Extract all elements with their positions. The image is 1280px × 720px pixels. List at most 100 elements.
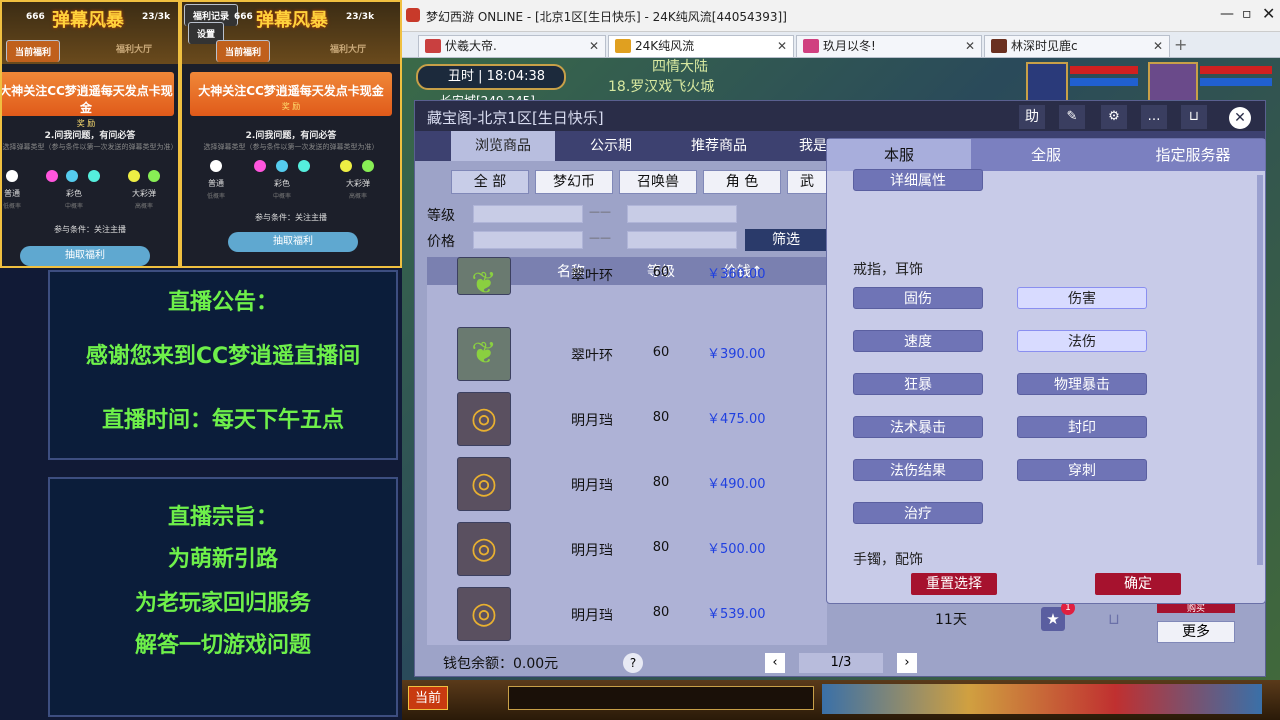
- level-dash: ——: [589, 205, 611, 218]
- next-page-icon[interactable]: ›: [897, 653, 917, 673]
- promo-orange-banner: 大神关注CC梦逍遥每天发点卡现金 奖 励: [2, 72, 174, 128]
- price-max-input[interactable]: [627, 231, 737, 249]
- new-tab-icon[interactable]: +: [1174, 35, 1187, 54]
- dot-cyan[interactable]: [276, 160, 288, 172]
- table-row[interactable]: ◎ 明月珰 80 ￥500.00: [427, 516, 827, 580]
- level-max-input[interactable]: [627, 205, 737, 223]
- chat-icon[interactable]: …: [1141, 105, 1167, 129]
- filter-option[interactable]: 物理暴击: [1017, 373, 1147, 395]
- table-row[interactable]: ◎ 明月珰 80 ￥539.00: [427, 581, 827, 645]
- settings-icon[interactable]: ⚙: [1101, 105, 1127, 129]
- filter-option[interactable]: 穿刺: [1017, 459, 1147, 481]
- dot-white[interactable]: [6, 170, 18, 182]
- dot-green[interactable]: [148, 170, 160, 182]
- goods-table: 名称 等级 价钱↑ ❦ 翠叶环 60 ￥360.00 ❦ 翠叶环 60 ￥390.00 ◎ 明月珰…: [427, 257, 827, 645]
- filter-option[interactable]: 伤害: [1017, 287, 1147, 309]
- tab-linshen[interactable]: 林深时见鹿c ✕: [984, 35, 1170, 57]
- tab-specify-server[interactable]: 指定服务器: [1121, 139, 1265, 171]
- promo-sub: 选择弹幕类型（参与条件以第一次发送的弹幕类型为准）: [203, 143, 379, 151]
- filter-option[interactable]: 法伤结果: [853, 459, 983, 481]
- price-min-input[interactable]: [473, 231, 583, 249]
- dot-cyan[interactable]: [66, 170, 78, 182]
- filter-weapon[interactable]: 武: [787, 170, 827, 194]
- promo-tab-hall[interactable]: 福利大厅: [322, 40, 374, 57]
- tab-24k[interactable]: 24K纯风流 ✕: [608, 35, 794, 57]
- dot-green[interactable]: [362, 160, 374, 172]
- search-button[interactable]: 筛选: [745, 229, 827, 251]
- server-filter-dropdown: 本服 全服 指定服务器 详细属性 戒指，耳饰 固伤 伤害 速度 法伤 狂暴 物理暴击 法术暴…: [826, 138, 1266, 604]
- item-price: ￥475.00: [707, 412, 766, 427]
- maximize-icon[interactable]: ▫: [1242, 6, 1252, 22]
- prev-page-icon[interactable]: ‹: [765, 653, 785, 673]
- minimize-icon[interactable]: —: [1220, 6, 1234, 22]
- treasure-title: 藏宝阁-北京1区[生日快乐]: [427, 109, 604, 127]
- detail-attr-button[interactable]: 详细属性: [853, 169, 983, 191]
- close-icon[interactable]: ✕: [1262, 4, 1275, 23]
- tab-this-server[interactable]: 本服: [827, 139, 971, 171]
- purpose-line3: 解答一切游戏问题: [134, 633, 311, 658]
- draw-welfare-button[interactable]: 抽取福利: [20, 246, 150, 266]
- clock-time: 18:04:38: [486, 69, 546, 84]
- item-price: ￥390.00: [707, 347, 766, 362]
- promo-tab-current[interactable]: 当前福利: [6, 40, 61, 62]
- table-row[interactable]: ❦ 翠叶环 60 ￥360.00: [427, 257, 827, 301]
- close-tab-icon[interactable]: ✕: [589, 36, 599, 56]
- promo-banner-sub: 奖 励: [281, 102, 301, 111]
- tab-browse[interactable]: 浏览商品: [451, 131, 555, 161]
- dot-yellow[interactable]: [340, 160, 352, 172]
- table-row[interactable]: ◎ 明月珰 80 ￥490.00: [427, 451, 827, 515]
- filter-option[interactable]: 固伤: [853, 287, 983, 309]
- stream-overlay: 666 弹幕风暴 23/3k 当前福利 福利大厅 大神关注CC梦逍遥每天发点卡现…: [0, 0, 402, 720]
- draw-welfare-button[interactable]: 抽取福利: [228, 232, 358, 252]
- add-cart-icon[interactable]: ⊔: [1101, 607, 1127, 631]
- toolbar-icons[interactable]: [822, 684, 1262, 714]
- filter-option[interactable]: 封印: [1017, 416, 1147, 438]
- filter-option[interactable]: 法伤: [1017, 330, 1147, 352]
- promo-tab-hall[interactable]: 福利大厅: [108, 40, 160, 57]
- price-label: 价格: [427, 234, 455, 250]
- avatar-icon: [615, 39, 631, 53]
- dot-pink[interactable]: [254, 160, 266, 172]
- level-min-input[interactable]: [473, 205, 583, 223]
- filter-pet[interactable]: 召唤兽: [619, 170, 697, 194]
- tab-public[interactable]: 公示期: [565, 131, 657, 161]
- promo-tab-current[interactable]: 当前福利: [216, 40, 271, 62]
- reset-button[interactable]: 重置选择: [911, 573, 997, 595]
- filter-option[interactable]: 法术暴击: [853, 416, 983, 438]
- promo-banner: 666 弹幕风暴 23/3k 当前福利 福利大厅: [2, 2, 178, 64]
- promo-banner-text: 大神关注CC梦逍遥每天发点卡现金: [198, 84, 384, 98]
- dot-teal[interactable]: [88, 170, 100, 182]
- purpose-title: 直播宗旨：: [167, 505, 278, 530]
- tab-recommend[interactable]: 推荐商品: [673, 131, 765, 161]
- filter-option[interactable]: 速度: [853, 330, 983, 352]
- filter-option[interactable]: 狂暴: [853, 373, 983, 395]
- channel-current[interactable]: 当前: [408, 686, 448, 710]
- tab-fuxi[interactable]: 伏羲大帝. ✕: [418, 35, 606, 57]
- help-icon[interactable]: 助: [1019, 105, 1045, 129]
- avatar-icon: [803, 39, 819, 53]
- edit-icon[interactable]: ✎: [1059, 105, 1085, 129]
- filter-role[interactable]: 角 色: [703, 170, 781, 194]
- close-icon[interactable]: ✕: [1229, 107, 1251, 129]
- cart-icon[interactable]: ⊔: [1181, 105, 1207, 129]
- table-row[interactable]: ❦ 翠叶环 60 ￥390.00: [427, 321, 827, 385]
- close-tab-icon[interactable]: ✕: [1153, 36, 1163, 56]
- close-tab-icon[interactable]: ✕: [965, 36, 975, 56]
- table-row[interactable]: ◎ 明月珰 80 ￥475.00: [427, 386, 827, 450]
- promo-sub: 选择弹幕类型（参与条件以第一次发送的弹幕类型为准）: [2, 143, 178, 151]
- filter-coin[interactable]: 梦幻币: [535, 170, 613, 194]
- help-icon[interactable]: ?: [623, 653, 643, 673]
- filter-all[interactable]: 全 部: [451, 170, 529, 194]
- dot-pink[interactable]: [46, 170, 58, 182]
- dot-teal[interactable]: [298, 160, 310, 172]
- chat-input[interactable]: [508, 686, 814, 710]
- dot-yellow[interactable]: [128, 170, 140, 182]
- dot-white[interactable]: [210, 160, 222, 172]
- filter-option[interactable]: 治疗: [853, 502, 983, 524]
- tab-jiuyue[interactable]: 玖月以冬! ✕: [796, 35, 982, 57]
- close-tab-icon[interactable]: ✕: [777, 36, 787, 56]
- tab-all-server[interactable]: 全服: [971, 139, 1121, 171]
- more-button[interactable]: 更多: [1157, 621, 1235, 643]
- confirm-button[interactable]: 确定: [1095, 573, 1181, 595]
- scrollbar[interactable]: [1257, 175, 1263, 565]
